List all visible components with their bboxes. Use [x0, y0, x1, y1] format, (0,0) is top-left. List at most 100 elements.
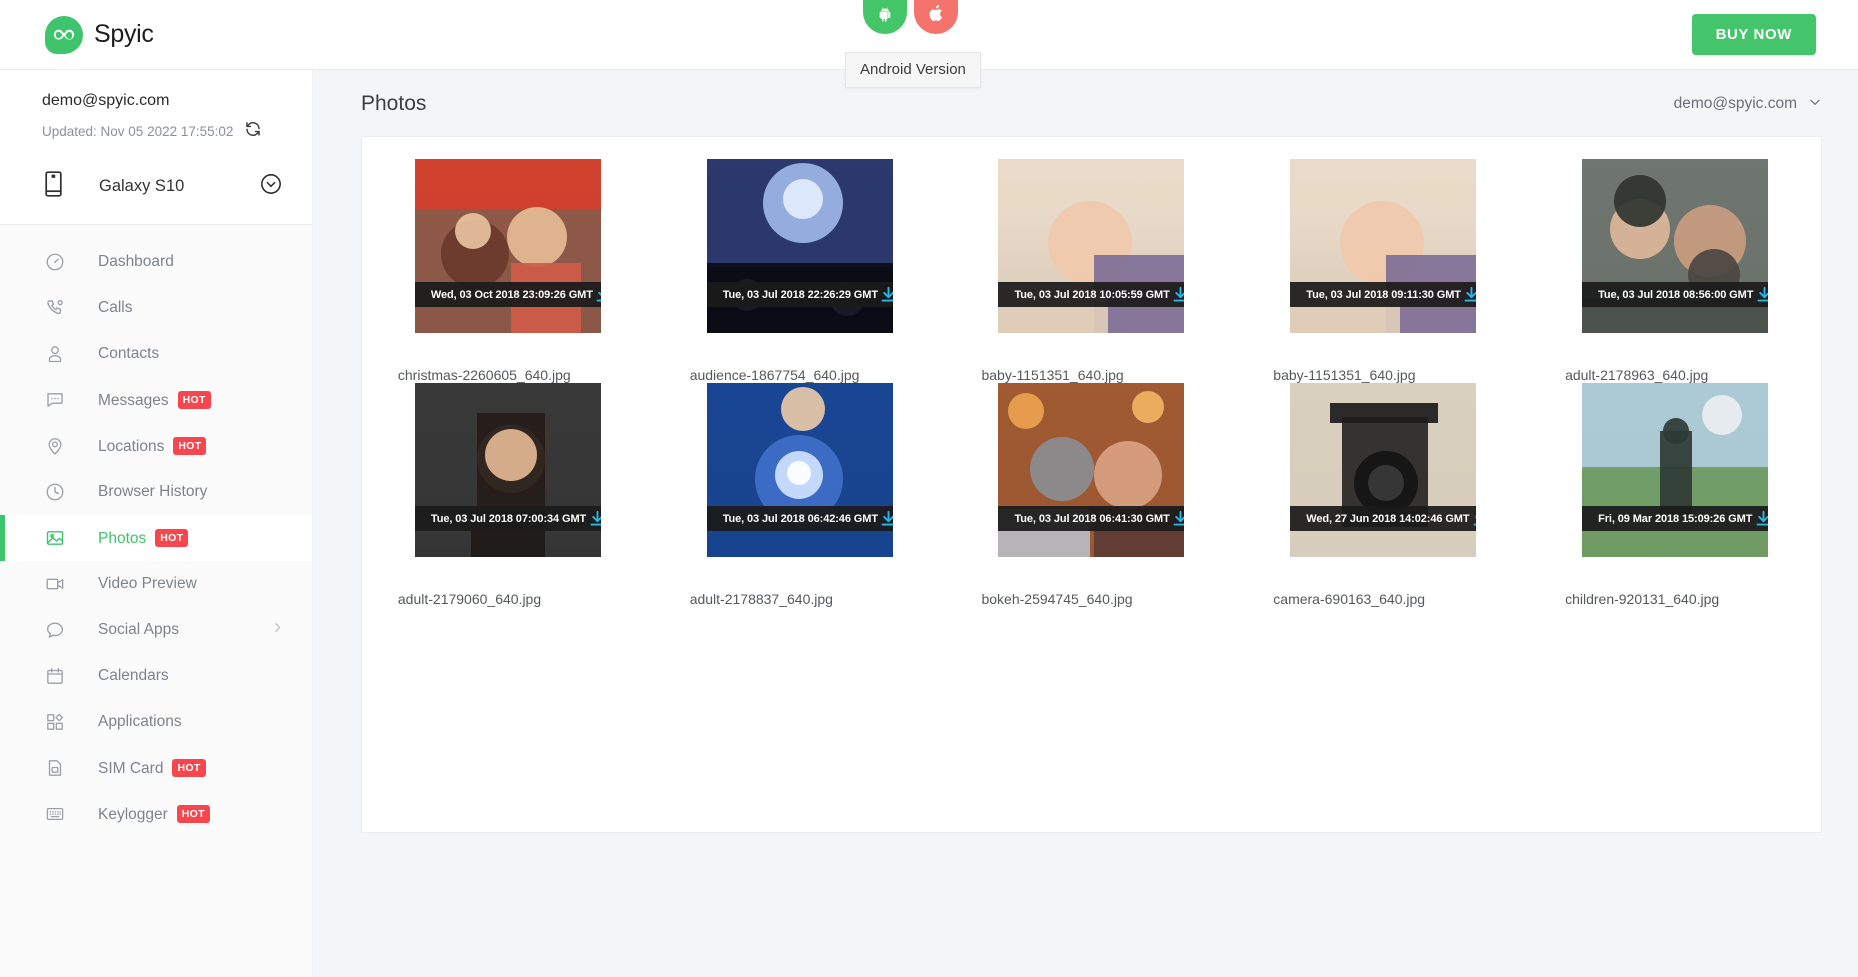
sidebar-item-photos[interactable]: Photos HOT	[0, 515, 312, 561]
photo-cell[interactable]: Tue, 03 Jul 2018 09:11:30 GMT baby-11513…	[1237, 159, 1529, 383]
photo-timestamp: Tue, 03 Jul 2018 22:26:29 GMT	[722, 288, 878, 301]
photo-cell[interactable]: Wed, 03 Oct 2018 23:09:26 GMT christmas-…	[362, 159, 654, 383]
image-icon	[45, 528, 69, 548]
photo-cell[interactable]: Tue, 03 Jul 2018 06:41:30 GMT bokeh-2594…	[946, 383, 1238, 607]
user-icon	[45, 344, 69, 364]
photos-panel: Wed, 03 Oct 2018 23:09:26 GMT christmas-…	[361, 136, 1822, 833]
sidebar-item-browser-history[interactable]: Browser History	[0, 469, 312, 515]
refresh-icon[interactable]	[244, 120, 262, 143]
photo-thumbnail[interactable]: Tue, 03 Jul 2018 08:56:00 GMT	[1582, 159, 1769, 333]
infinity-mask-icon	[45, 15, 83, 54]
photo-thumbnail[interactable]: Wed, 03 Oct 2018 23:09:26 GMT	[414, 159, 601, 333]
sidebar-item-video-preview[interactable]: Video Preview	[0, 561, 312, 607]
photo-thumbnail[interactable]: Tue, 03 Jul 2018 06:42:46 GMT	[706, 383, 893, 557]
sidebar-item-label: Keylogger HOT	[69, 804, 210, 824]
ios-version-button[interactable]	[914, 0, 958, 34]
photo-meta-bar: Tue, 03 Jul 2018 10:05:59 GMT	[998, 282, 1185, 307]
photo-thumbnail[interactable]: Fri, 09 Mar 2018 15:09:26 GMT	[1582, 383, 1769, 557]
photo-thumbnail[interactable]: Tue, 03 Jul 2018 09:11:30 GMT	[1290, 159, 1477, 333]
photo-filename: bokeh-2594745_640.jpg	[981, 591, 1133, 607]
photo-thumbnail[interactable]: Tue, 03 Jul 2018 22:26:29 GMT	[706, 159, 893, 333]
download-icon[interactable]	[586, 509, 601, 528]
download-icon[interactable]	[1752, 509, 1769, 528]
photo-thumbnail[interactable]: Tue, 03 Jul 2018 06:41:30 GMT	[998, 383, 1185, 557]
sidebar-item-contacts[interactable]: Messages Contacts	[0, 331, 312, 377]
download-icon[interactable]	[1461, 285, 1477, 304]
calendar-icon	[45, 666, 69, 686]
sidebar-item-dashboard[interactable]: Dashboard	[0, 239, 312, 285]
buy-now-button[interactable]: BUY NOW	[1691, 14, 1816, 55]
sidebar-item-calls[interactable]: Calls	[0, 285, 312, 331]
photo-timestamp: Wed, 27 Jun 2018 14:02:46 GMT	[1306, 512, 1470, 525]
download-icon[interactable]	[593, 285, 601, 304]
speech-bubble-icon	[45, 620, 69, 640]
photo-filename: baby-1151351_640.jpg	[981, 367, 1124, 383]
photo-cell[interactable]: Wed, 27 Jun 2018 14:02:46 GMT camera-690…	[1237, 383, 1529, 607]
sidebar-item-sim-card[interactable]: SIM Card HOT	[0, 745, 312, 791]
sidebar-item-label: Calendars	[98, 667, 169, 684]
photo-cell[interactable]: Tue, 03 Jul 2018 08:56:00 GMT adult-2178…	[1529, 159, 1821, 383]
account-updated-row: Updated: Nov 05 2022 17:55:02	[42, 120, 312, 143]
download-icon[interactable]	[1170, 285, 1185, 304]
apple-icon	[929, 4, 942, 22]
account-email: demo@spyic.com	[42, 92, 170, 109]
sidebar: demo@spyic.com Updated: Nov 05 2022 17:5…	[0, 70, 313, 977]
photo-filename: adult-2178837_640.jpg	[689, 591, 833, 607]
app-shell: demo@spyic.com Updated: Nov 05 2022 17:5…	[0, 70, 1858, 977]
photo-cell[interactable]: Tue, 03 Jul 2018 06:42:46 GMT adult-2178…	[654, 383, 946, 607]
photo-filename: children-920131_640.jpg	[1565, 591, 1720, 607]
photo-timestamp: Tue, 03 Jul 2018 07:00:34 GMT	[430, 512, 587, 525]
device-selector[interactable]: Galaxy S10	[0, 161, 312, 225]
photo-thumbnail[interactable]: Tue, 03 Jul 2018 07:00:34 GMT	[414, 383, 601, 557]
photo-thumbnail-wrap: Tue, 03 Jul 2018 10:05:59 GMT	[981, 159, 1201, 359]
sidebar-item-calendars[interactable]: Calendars	[0, 653, 312, 699]
photo-thumbnail-wrap: Tue, 03 Jul 2018 06:42:46 GMT	[690, 383, 910, 583]
download-icon[interactable]	[1753, 285, 1769, 304]
sidebar-item-label: Calls	[98, 299, 133, 316]
page-title: Photos	[361, 92, 427, 115]
chevron-right-icon[interactable]	[271, 621, 284, 639]
chevron-down-circle-icon[interactable]	[260, 173, 284, 200]
sim-card-icon	[45, 758, 69, 778]
photo-cell[interactable]: Tue, 03 Jul 2018 22:26:29 GMT audience-1…	[654, 159, 946, 383]
photo-meta-bar: Tue, 03 Jul 2018 09:11:30 GMT	[1290, 282, 1477, 307]
chevron-down-icon[interactable]	[1808, 95, 1822, 114]
photo-timestamp: Tue, 03 Jul 2018 08:56:00 GMT	[1598, 288, 1754, 301]
sidebar-item-social-apps[interactable]: Social Apps	[0, 607, 312, 653]
download-icon[interactable]	[878, 509, 893, 528]
sidebar-item-keylogger[interactable]: Keylogger HOT	[0, 791, 312, 837]
apps-grid-icon	[45, 712, 69, 732]
download-icon[interactable]	[1170, 509, 1185, 528]
sidebar-item-messages[interactable]: Messages HOT	[0, 377, 312, 423]
device-name: Galaxy S10	[99, 177, 185, 195]
brand-logo[interactable]: Spyic	[0, 15, 313, 54]
photo-timestamp: Fri, 09 Mar 2018 15:09:26 GMT	[1598, 512, 1753, 525]
sidebar-item-locations[interactable]: Locations HOT	[0, 423, 312, 469]
speedometer-icon	[45, 252, 69, 272]
account-block: demo@spyic.com Updated: Nov 05 2022 17:5…	[0, 70, 312, 161]
download-icon[interactable]	[1469, 509, 1477, 528]
user-menu[interactable]: demo@spyic.com	[1674, 95, 1822, 114]
photo-cell[interactable]: Tue, 03 Jul 2018 10:05:59 GMT baby-11513…	[946, 159, 1238, 383]
android-version-button[interactable]	[863, 0, 907, 34]
hot-badge: HOT	[176, 804, 210, 823]
sidebar-item-applications[interactable]: Applications	[0, 699, 312, 745]
photo-filename: adult-2178963_640.jpg	[1565, 367, 1709, 383]
photo-meta-bar: Tue, 03 Jul 2018 06:42:46 GMT	[706, 506, 893, 531]
sidebar-item-label: SIM Card HOT	[69, 758, 206, 778]
sidebar-item-label: Photos HOT	[69, 528, 189, 548]
photo-cell[interactable]: Tue, 03 Jul 2018 07:00:34 GMT adult-2179…	[362, 383, 654, 607]
sidebar-item-label: Applications	[98, 713, 182, 730]
android-version-tooltip: Android Version	[845, 52, 981, 88]
video-camera-icon	[45, 574, 69, 594]
photo-timestamp: Tue, 03 Jul 2018 06:42:46 GMT	[722, 512, 878, 525]
map-pin-icon	[45, 436, 69, 456]
download-icon[interactable]	[878, 285, 893, 304]
photo-thumbnail[interactable]: Tue, 03 Jul 2018 10:05:59 GMT	[998, 159, 1185, 333]
photo-timestamp: Wed, 03 Oct 2018 23:09:26 GMT	[430, 288, 593, 301]
photo-thumbnail[interactable]: Wed, 27 Jun 2018 14:02:46 GMT	[1290, 383, 1477, 557]
keyboard-icon	[45, 804, 69, 824]
user-menu-label: demo@spyic.com	[1673, 95, 1797, 112]
photo-grid: Wed, 03 Oct 2018 23:09:26 GMT christmas-…	[362, 159, 1821, 607]
photo-cell[interactable]: Fri, 09 Mar 2018 15:09:26 GMT children-9…	[1529, 383, 1821, 607]
